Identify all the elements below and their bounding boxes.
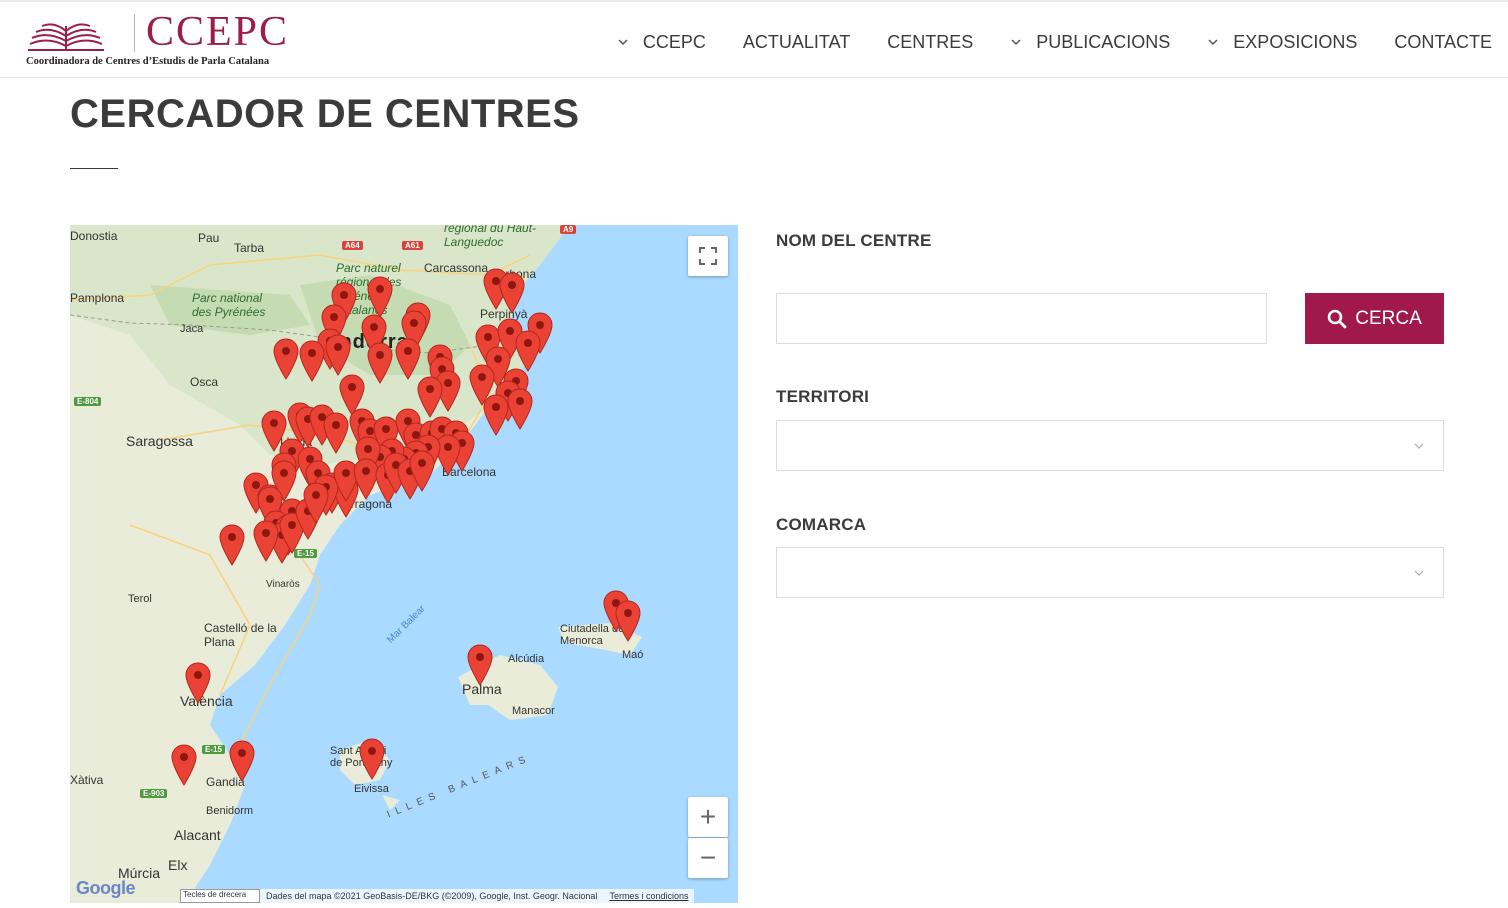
territory-select[interactable]: [776, 420, 1444, 471]
book-logo-icon: [28, 23, 104, 51]
chevron-down-icon: [1414, 570, 1424, 576]
map-pin-icon[interactable]: [367, 342, 393, 384]
territory-label: TERRITORI: [776, 387, 870, 406]
chevron-down-icon: [1011, 39, 1021, 46]
page-title: CERCADOR DE CENTRES: [70, 92, 580, 136]
search-icon: [1327, 309, 1347, 328]
fullscreen-button[interactable]: [688, 236, 728, 276]
map-pin-icon[interactable]: [219, 524, 245, 566]
map-pin-icon[interactable]: [171, 744, 197, 786]
map-pin-icon[interactable]: [515, 330, 541, 372]
site-header: CCEPC Coordinadora de Centres d’Estudis …: [0, 0, 1508, 78]
keyboard-shortcuts-button[interactable]: Tecles de drecera: [180, 889, 260, 903]
fullscreen-icon: [699, 247, 717, 265]
county-label: COMARCA: [776, 515, 867, 534]
terms-link[interactable]: Termes i condicions: [609, 891, 688, 901]
chevron-down-icon: [1208, 39, 1218, 46]
nav-item-label: CENTRES: [887, 31, 974, 52]
zoom-in-button[interactable]: +: [688, 797, 728, 837]
map-pin-icon[interactable]: [467, 644, 493, 686]
map-pin-icon[interactable]: [435, 434, 461, 476]
site-logo[interactable]: CCEPC Coordinadora de Centres d’Estudis …: [26, 9, 290, 70]
map-attribution: Dades del mapa ©2021 GeoBasis-DE/BKG (©2…: [260, 889, 695, 903]
chevron-down-icon: [618, 39, 628, 46]
centres-map[interactable]: Donostia Pau Tarba Pamplona Parc nationa…: [70, 225, 738, 903]
map-pin-icon[interactable]: [323, 412, 349, 454]
map-pin-icon[interactable]: [507, 388, 533, 430]
zoom-out-button[interactable]: −: [688, 838, 728, 878]
nav-item-label: CCEPC: [642, 31, 706, 52]
attribution-text: Dades del mapa ©2021 GeoBasis-DE/BKG (©2…: [266, 891, 598, 901]
google-logo: Google: [76, 878, 136, 898]
map-pin-icon[interactable]: [395, 338, 421, 380]
map-pin-icon[interactable]: [417, 376, 443, 418]
main-nav: CCEPC ACTUALITAT CENTRES PUBLICACIONS EX…: [580, 30, 1492, 54]
map-pin-icon[interactable]: [299, 340, 325, 382]
map-pin-icon[interactable]: [273, 338, 299, 380]
county-select[interactable]: [776, 547, 1444, 598]
title-underline: [70, 168, 118, 169]
logo-divider: [134, 14, 135, 52]
map-pin-icon[interactable]: [229, 740, 255, 782]
map-pin-icon[interactable]: [483, 394, 509, 436]
search-button[interactable]: CERCA: [1305, 293, 1444, 344]
page: CCEPC Coordinadora de Centres d’Estudis …: [0, 0, 1508, 908]
nav-item-contacte[interactable]: CONTACTE: [1394, 32, 1492, 53]
nav-item-ccepc[interactable]: CCEPC: [617, 32, 706, 53]
map-pin-icon[interactable]: [367, 276, 393, 318]
map-pin-icon[interactable]: [615, 600, 641, 642]
chevron-down-icon: [1414, 443, 1424, 449]
name-label: NOM DEL CENTRE: [776, 231, 932, 250]
nav-item-label: ACTUALITAT: [742, 31, 851, 52]
search-button-label: CERCA: [1355, 307, 1422, 329]
map-pin-icon[interactable]: [359, 738, 385, 780]
nav-item-label: CONTACTE: [1394, 31, 1492, 52]
nav-item-publicacions[interactable]: PUBLICACIONS: [1010, 32, 1170, 53]
nav-item-label: EXPOSICIONS: [1233, 31, 1358, 52]
nav-item-centres[interactable]: CENTRES: [887, 32, 973, 53]
map-pins: [171, 268, 641, 786]
centre-name-input[interactable]: [776, 293, 1267, 344]
map-pin-icon[interactable]: [185, 662, 211, 704]
logo-text: CCEPC: [146, 9, 290, 55]
map-pin-icon[interactable]: [499, 272, 525, 314]
logo-subtitle: Coordinadora de Centres d’Estudis de Par…: [26, 56, 270, 67]
map-pin-icon[interactable]: [253, 520, 279, 562]
nav-item-exposicions[interactable]: EXPOSICIONS: [1207, 32, 1357, 53]
nav-item-label: PUBLICACIONS: [1036, 31, 1171, 52]
nav-item-actualitat[interactable]: ACTUALITAT: [743, 32, 850, 53]
